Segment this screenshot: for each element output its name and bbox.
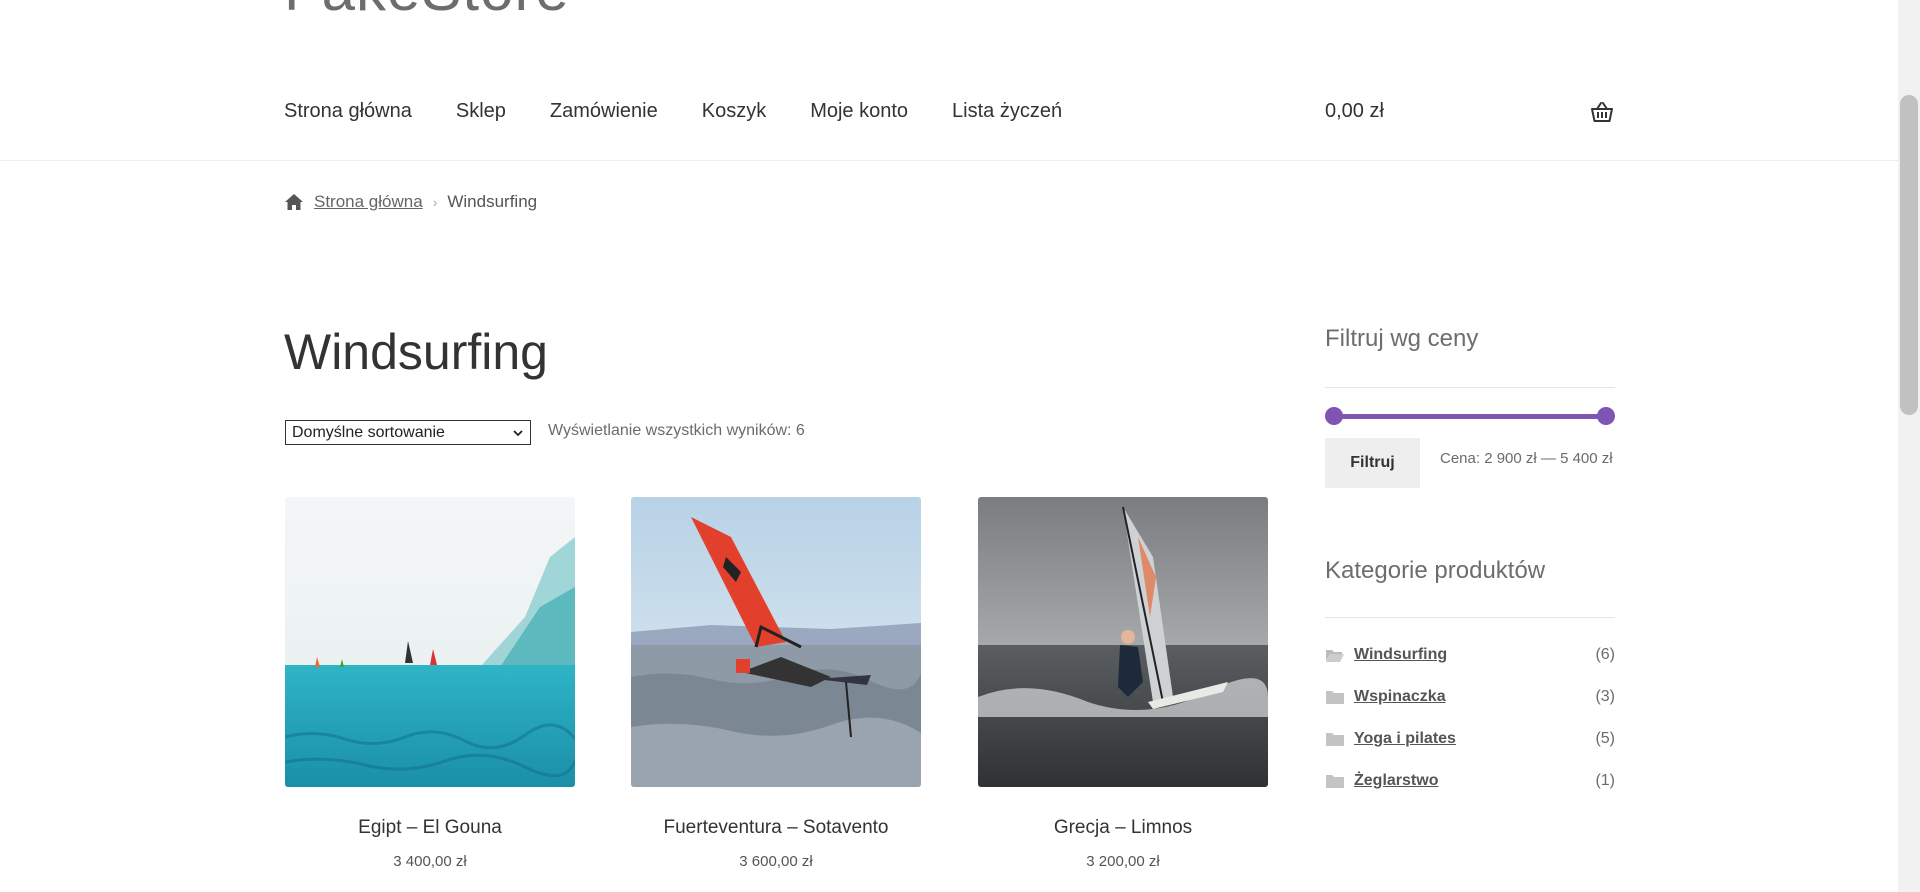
- product-image[interactable]: [631, 497, 921, 787]
- breadcrumb-current: Windsurfing: [447, 192, 538, 211]
- nav-item-home[interactable]: Strona główna: [284, 100, 412, 124]
- nav-item-wishlist[interactable]: Lista życzeń: [952, 100, 1062, 124]
- product-image[interactable]: [285, 497, 575, 787]
- breadcrumb: Strona główna › Windsurfing: [284, 192, 537, 212]
- result-count: Wyświetlanie wszystkich wyników: 6: [548, 422, 805, 439]
- price-filter-title: Filtruj wg ceny: [1325, 325, 1479, 352]
- folder-icon: [1326, 775, 1344, 788]
- category-name[interactable]: Windsurfing: [1354, 646, 1447, 664]
- nav-item-order[interactable]: Zamówienie: [550, 100, 658, 124]
- product-title[interactable]: Egipt – El Gouna: [285, 817, 575, 839]
- folder-icon: [1326, 733, 1344, 746]
- folder-icon: [1326, 691, 1344, 704]
- basket-icon[interactable]: [1590, 100, 1614, 124]
- cart-total[interactable]: 0,00 zł: [1325, 100, 1384, 123]
- category-count: (1): [1595, 772, 1615, 789]
- price-slider-min-handle[interactable]: [1325, 407, 1343, 425]
- product-price: 3 400,00 zł: [393, 853, 467, 870]
- breadcrumb-separator: ›: [432, 194, 438, 210]
- nav-item-cart[interactable]: Koszyk: [702, 100, 766, 124]
- folder-open-icon: [1326, 650, 1344, 662]
- category-count: (6): [1595, 646, 1615, 663]
- breadcrumb-home-link[interactable]: Strona główna: [314, 192, 423, 212]
- header-divider: [0, 160, 1898, 161]
- product-title[interactable]: Fuerteventura – Sotavento: [631, 817, 921, 839]
- product-card[interactable]: Grecja – Limnos 3 200,00 zł: [978, 497, 1268, 870]
- site-logo[interactable]: FakeStore: [284, 0, 570, 20]
- price-slider-max-handle[interactable]: [1597, 407, 1615, 425]
- category-item-windsurfing[interactable]: Windsurfing (6): [1325, 644, 1615, 666]
- filter-button[interactable]: Filtruj: [1325, 438, 1420, 488]
- product-image[interactable]: [978, 497, 1268, 787]
- category-item-zeglarstwo[interactable]: Żeglarstwo (1): [1325, 770, 1615, 792]
- sidebar-divider: [1325, 387, 1615, 388]
- product-price: 3 200,00 zł: [1086, 853, 1160, 870]
- category-name[interactable]: Żeglarstwo: [1354, 772, 1438, 790]
- page-title: Windsurfing: [284, 324, 548, 380]
- categories-title: Kategorie produktów: [1325, 557, 1546, 584]
- category-name[interactable]: Yoga i pilates: [1354, 730, 1456, 748]
- category-item-wspinaczka[interactable]: Wspinaczka (3): [1325, 686, 1615, 708]
- sidebar-divider: [1325, 617, 1615, 618]
- price-slider-track[interactable]: [1334, 414, 1606, 419]
- product-price: 3 600,00 zł: [739, 853, 813, 870]
- product-card[interactable]: Egipt – El Gouna 3 400,00 zł: [285, 497, 575, 870]
- product-title[interactable]: Grecja – Limnos: [978, 817, 1268, 839]
- home-icon: [285, 194, 303, 210]
- page-scrollbar-thumb[interactable]: [1900, 95, 1918, 415]
- category-count: (3): [1595, 688, 1615, 705]
- category-count: (5): [1595, 730, 1615, 747]
- nav-item-account[interactable]: Moje konto: [810, 100, 908, 124]
- price-range-text: Cena: 2 900 zł — 5 400 zł: [1440, 450, 1613, 467]
- category-name[interactable]: Wspinaczka: [1354, 688, 1446, 706]
- chevron-down-icon: [513, 429, 523, 436]
- category-item-yoga[interactable]: Yoga i pilates (5): [1325, 728, 1615, 750]
- product-card[interactable]: Fuerteventura – Sotavento 3 600,00 zł: [631, 497, 921, 870]
- sort-selected-value: Domyślne sortowanie: [292, 423, 445, 441]
- nav-item-shop[interactable]: Sklep: [456, 100, 506, 124]
- main-nav: Strona główna Sklep Zamówienie Koszyk Mo…: [284, 100, 1062, 124]
- sort-select[interactable]: Domyślne sortowanie: [285, 420, 531, 445]
